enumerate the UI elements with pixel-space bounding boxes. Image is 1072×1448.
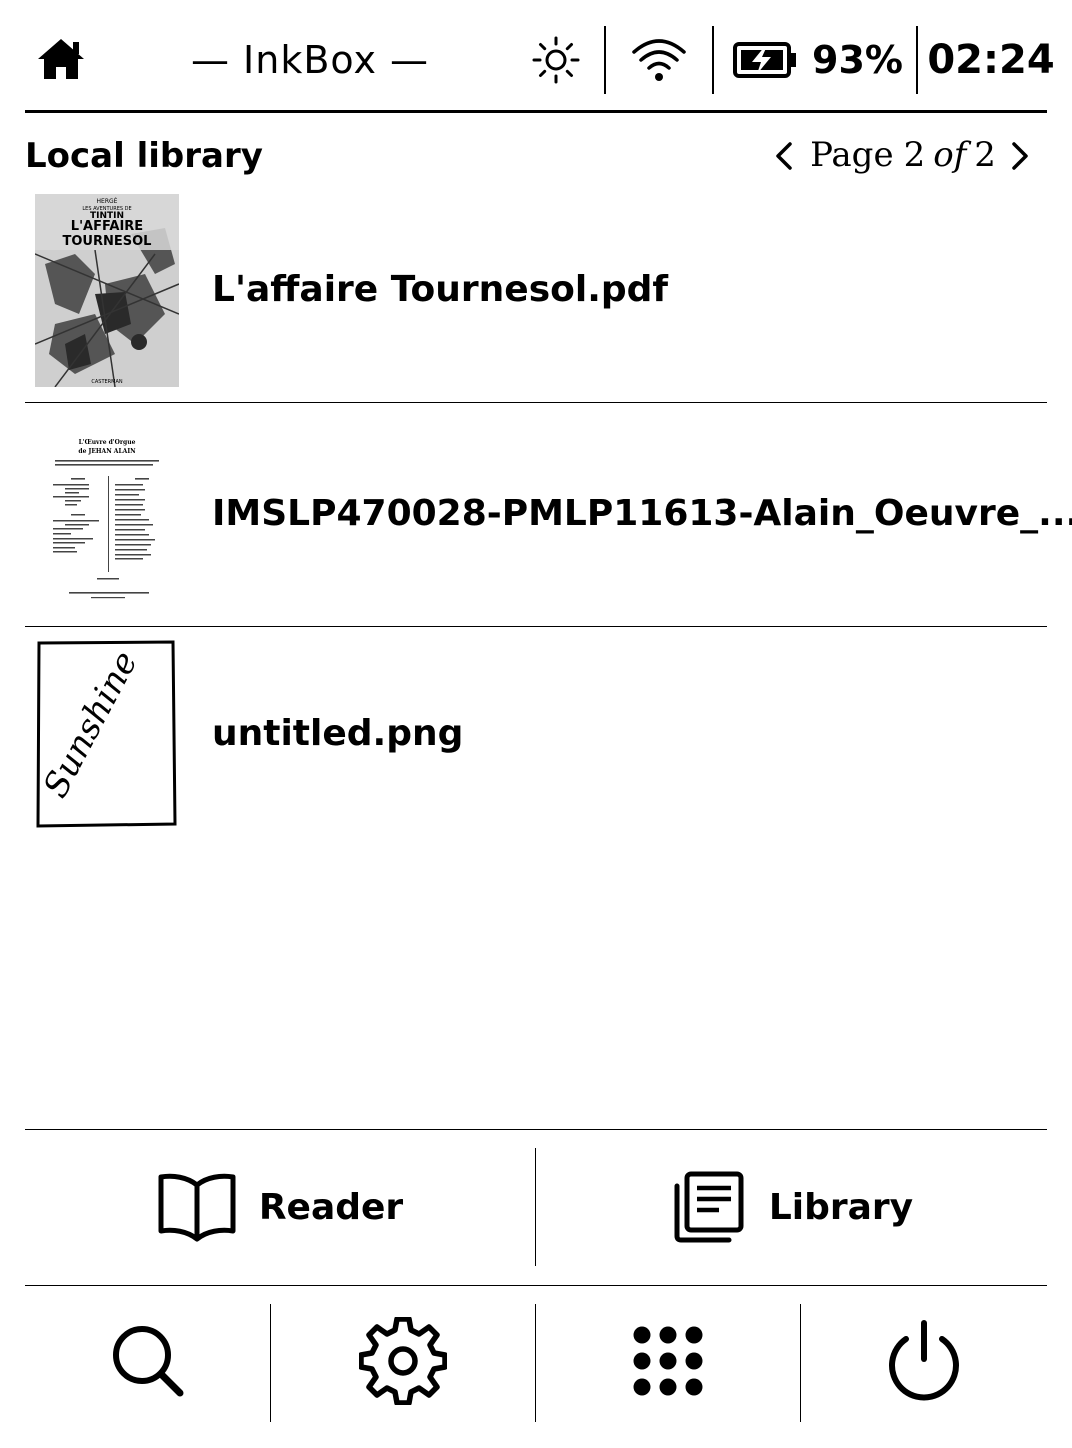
cover-image: HERGÉ LES AVENTURES DE TINTIN L'AFFAIRE … — [35, 194, 179, 387]
book-cover[interactable]: Sunshine — [35, 640, 179, 830]
power-icon — [889, 1320, 959, 1401]
status-divider — [604, 26, 606, 94]
search-icon — [112, 1326, 183, 1397]
status-bar-divider — [25, 110, 1047, 113]
page-total: 2 — [974, 135, 996, 175]
brightness-button[interactable] — [530, 34, 582, 86]
search-button[interactable] — [25, 1286, 270, 1436]
chevron-right-icon — [1012, 142, 1028, 170]
wifi-icon — [632, 39, 686, 81]
app-title: — InkBox — — [190, 38, 430, 82]
cover-text: TOURNESOL — [63, 234, 152, 249]
open-book-icon — [158, 1173, 236, 1242]
battery-percent: 93% — [812, 38, 903, 82]
page-current: 2 — [903, 135, 926, 175]
book-cover[interactable]: HERGÉ LES AVENTURES DE TINTIN L'AFFAIRE … — [35, 194, 179, 387]
cover-text: L'Œuvre d'Orgue — [79, 439, 136, 446]
cover-image: L'Œuvre d'Orgue de JEHAN ALAIN — [35, 420, 179, 610]
page-indicator: Page 2 of 2 — [810, 130, 996, 180]
app-grid-icon — [633, 1326, 703, 1396]
home-button[interactable] — [32, 34, 90, 84]
cover-text: CASTERMAN — [91, 379, 123, 385]
status-divider — [712, 26, 714, 94]
next-page-button[interactable] — [1000, 136, 1040, 176]
cover-text: L'AFFAIRE — [71, 219, 143, 234]
page-of: of — [933, 135, 967, 175]
book-cover[interactable]: L'Œuvre d'Orgue de JEHAN ALAIN — [35, 420, 179, 610]
chevron-left-icon — [776, 142, 792, 170]
book-title[interactable]: IMSLP470028-PMLP11613-Alain_Oeuvre_... — [212, 490, 1072, 538]
previous-page-button[interactable] — [766, 136, 804, 176]
cover-text: HERGÉ — [97, 197, 118, 205]
battery-charging-icon — [733, 42, 796, 78]
status-bar: — InkBox — 93% 02:24 — [0, 0, 1072, 114]
home-icon — [38, 39, 84, 79]
settings-button[interactable] — [271, 1286, 535, 1436]
book-title[interactable]: untitled.png — [212, 710, 463, 758]
cover-image: Sunshine — [35, 640, 179, 830]
cover-text: de JEHAN ALAIN — [78, 448, 136, 455]
page-label: Page — [810, 135, 894, 175]
reader-label: Reader — [258, 1186, 404, 1228]
brightness-icon — [532, 36, 580, 84]
book-title[interactable]: L'affaire Tournesol.pdf — [212, 266, 668, 314]
nav-divider — [535, 1148, 536, 1266]
gear-icon — [359, 1317, 447, 1405]
apps-button[interactable] — [536, 1286, 800, 1436]
library-stack-icon — [674, 1171, 744, 1243]
battery-indicator — [732, 40, 798, 80]
reader-button[interactable]: Reader — [25, 1130, 535, 1284]
clock: 02:24 — [927, 37, 1055, 83]
wifi-button[interactable] — [630, 36, 688, 84]
library-label: Library — [768, 1186, 914, 1228]
power-button[interactable] — [801, 1286, 1047, 1436]
status-divider — [916, 26, 918, 94]
page-title: Local library — [25, 136, 263, 176]
library-button[interactable]: Library — [537, 1130, 1047, 1284]
